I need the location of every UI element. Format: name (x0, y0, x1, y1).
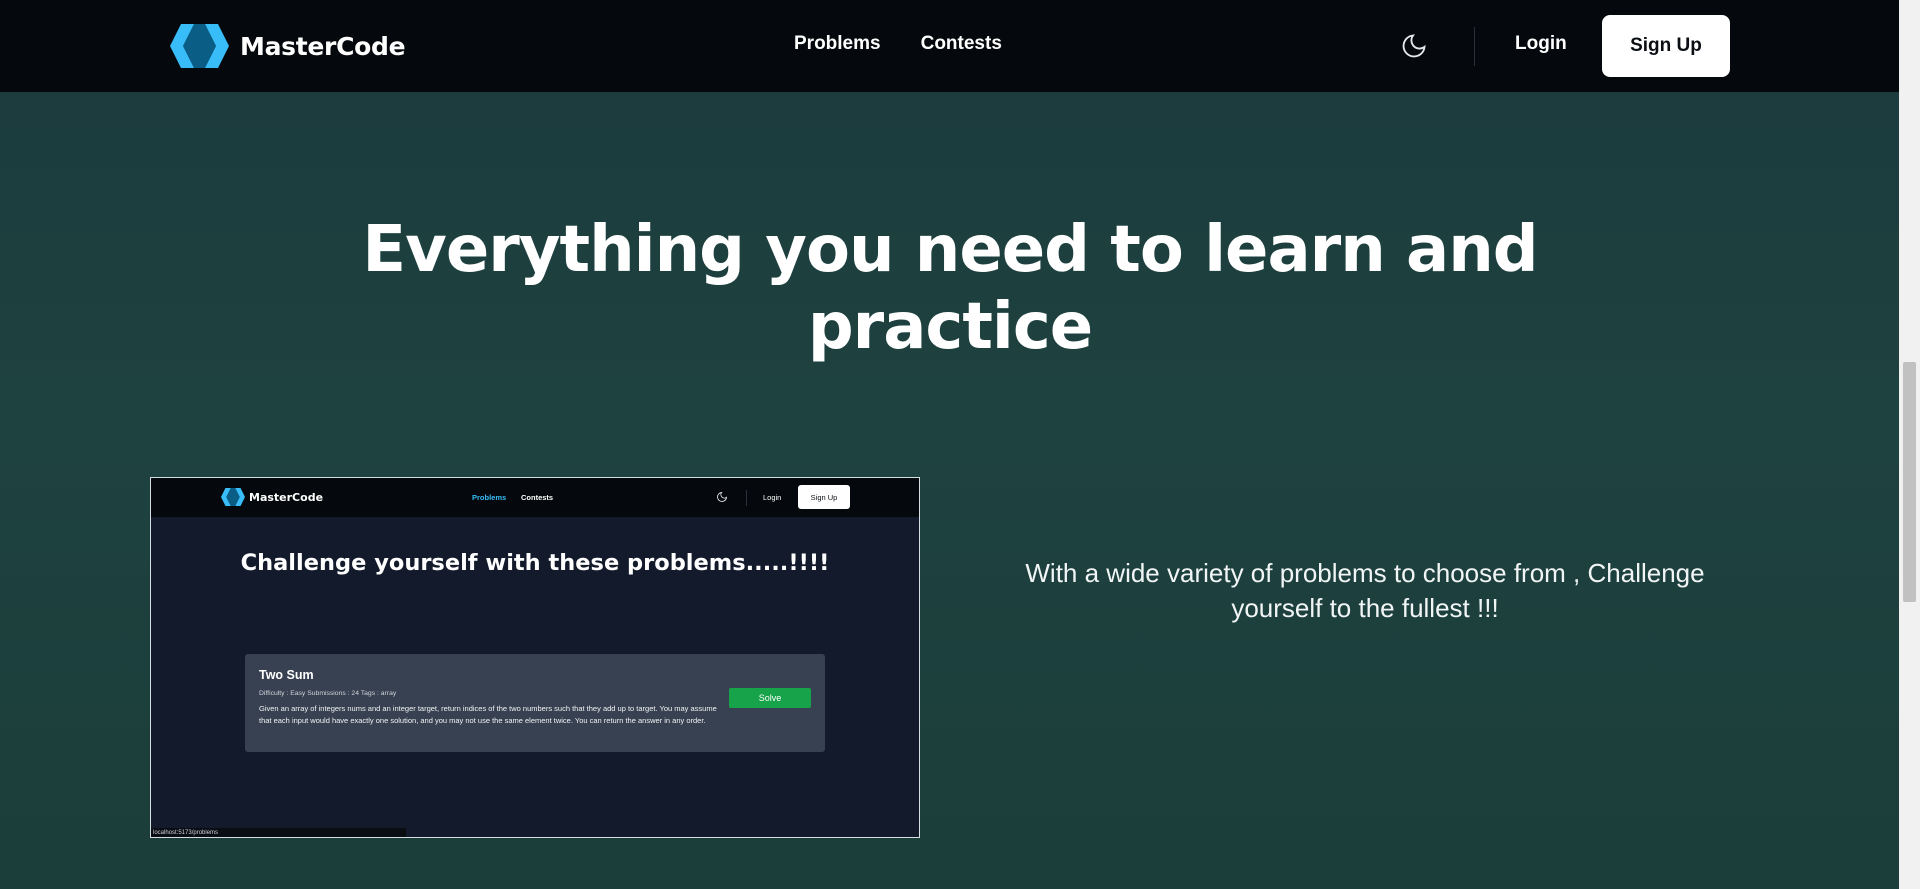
mastercode-logo-icon (170, 24, 229, 68)
preview-nav-divider (746, 490, 747, 506)
preview-problem-title: Two Sum (259, 668, 314, 682)
preview-problem-description: Given an array of integers nums and an i… (259, 704, 717, 725)
preview-signup: Sign Up (798, 485, 850, 509)
preview-problem-card: Two Sum Difficulty : Easy Submissions : … (245, 654, 825, 752)
navbar: MasterCode Problems Contests Login Sign … (0, 0, 1899, 92)
nav-link-problems[interactable]: Problems (794, 33, 881, 55)
brand-name: MasterCode (240, 31, 406, 61)
moon-icon[interactable] (1400, 32, 1428, 60)
preview-problem-meta: Difficulty : Easy Submissions : 24 Tags … (259, 690, 397, 697)
preview-link-contests: Contests (521, 493, 554, 502)
signup-button[interactable]: Sign Up (1602, 15, 1730, 77)
brand-link[interactable]: MasterCode (170, 24, 406, 68)
scrollbar-thumb[interactable] (1903, 362, 1916, 602)
nav-link-contests[interactable]: Contests (921, 33, 1002, 55)
preview-heading: Challenge yourself with these problems..… (240, 550, 830, 576)
preview-brand: MasterCode (221, 488, 323, 506)
section-description: With a wide variety of problems to choos… (1025, 558, 1705, 623)
preview-screenshot: MasterCode Problems Contests Login Sign … (150, 477, 920, 838)
section-heading: Everything you need to learn and practic… (362, 213, 1538, 364)
preview-status-url: localhost:5173/problems (151, 828, 406, 837)
nav-divider (1474, 27, 1475, 66)
preview-brand-name: MasterCode (249, 490, 324, 504)
preview-login: Login (763, 493, 782, 502)
preview-moon-icon (717, 491, 728, 502)
preview-navbar: MasterCode Problems Contests Login Sign … (151, 478, 919, 517)
nav-links: Problems Contests (794, 33, 1002, 55)
preview-solve-button: Solve (729, 688, 811, 708)
preview-logo-icon (221, 488, 245, 506)
login-link[interactable]: Login (1515, 33, 1567, 55)
preview-link-problems: Problems (472, 493, 507, 502)
